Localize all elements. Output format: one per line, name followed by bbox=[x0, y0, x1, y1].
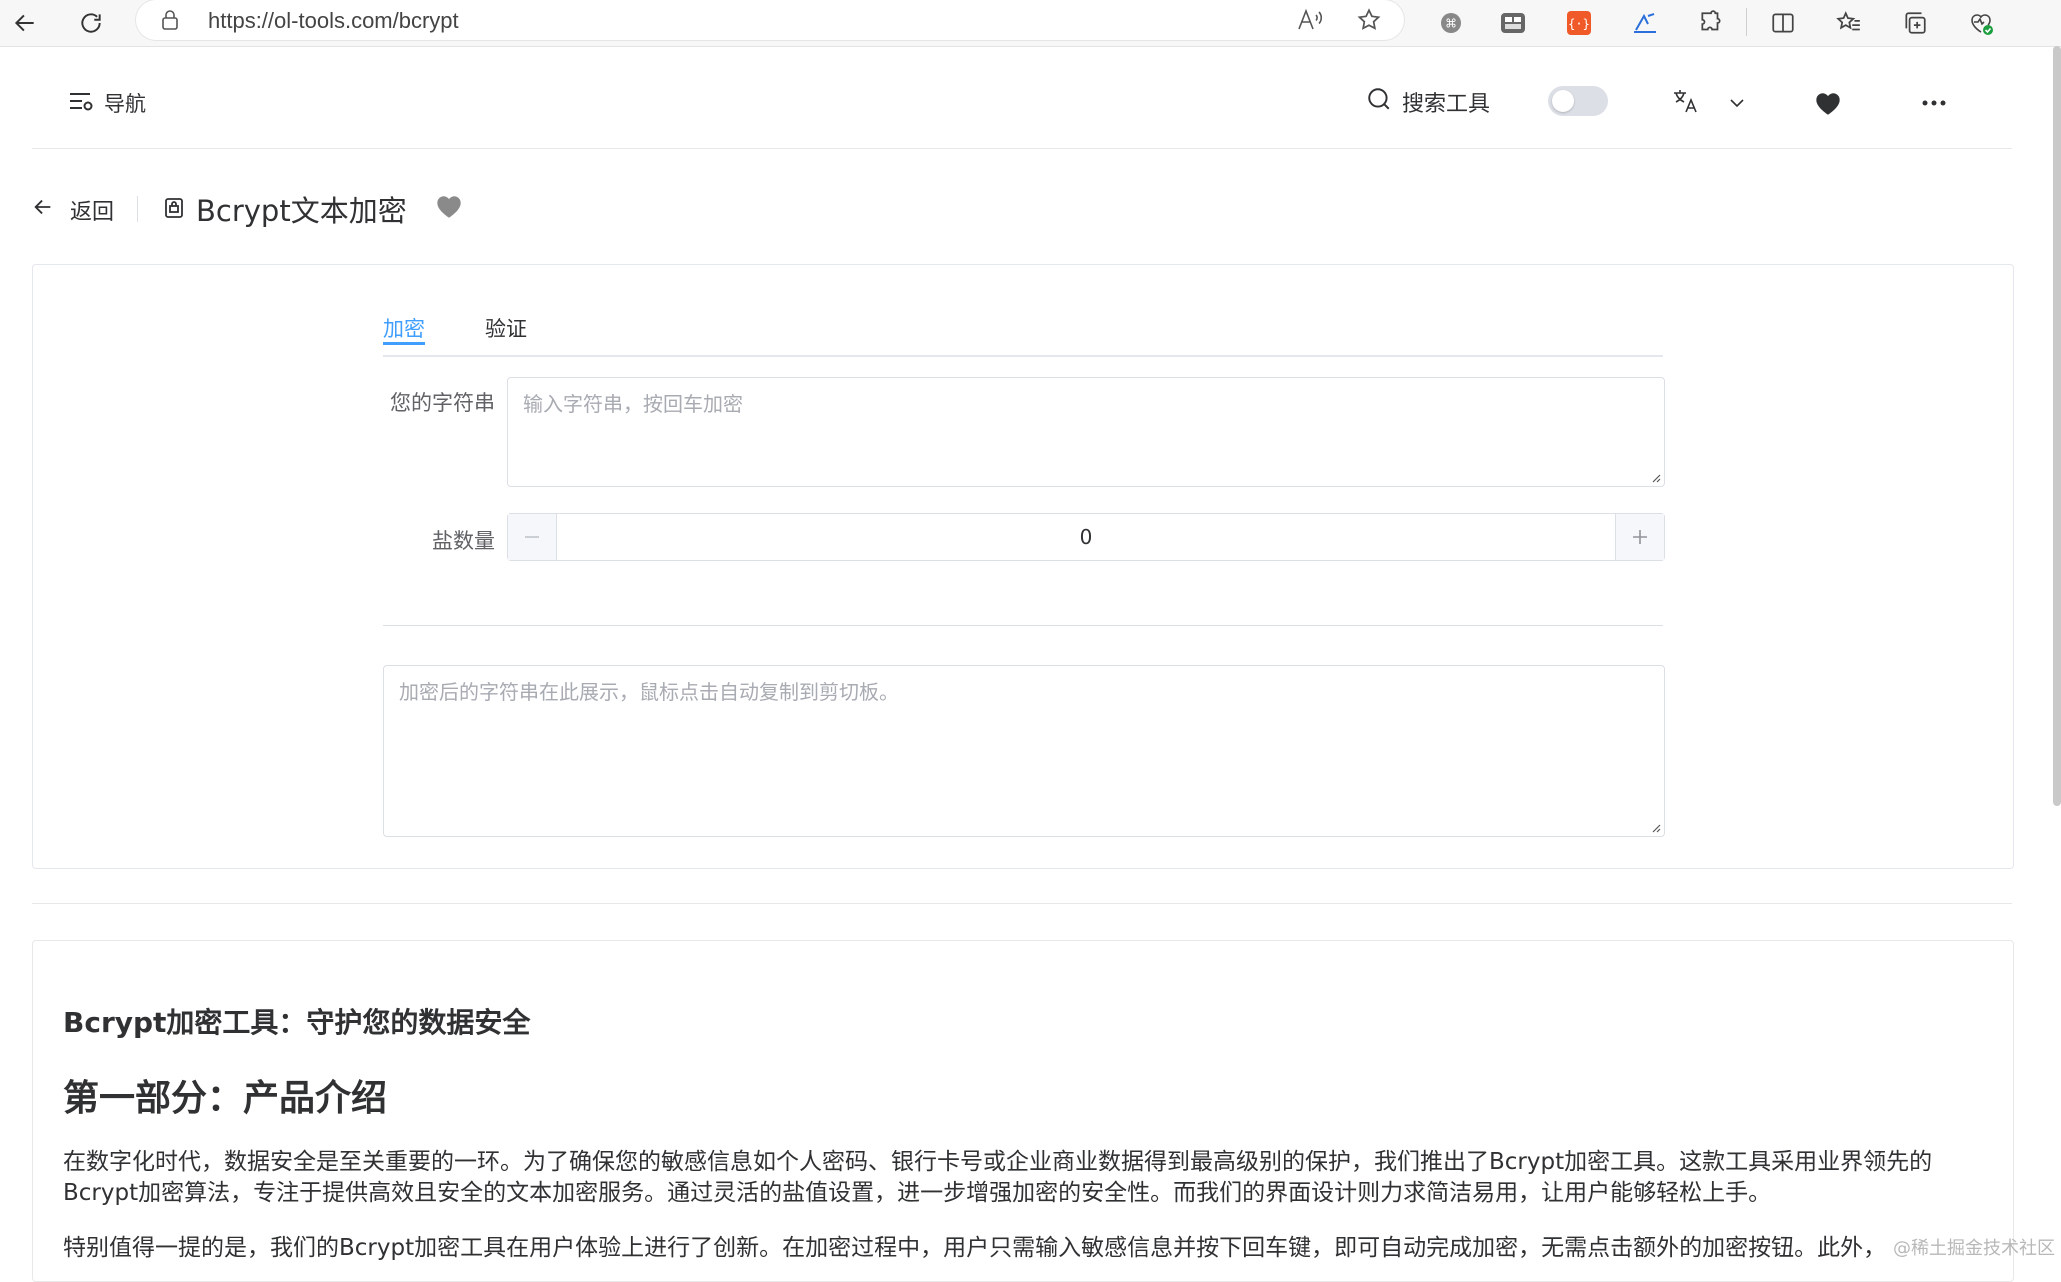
page-title: Bcrypt文本加密 bbox=[164, 188, 463, 230]
translate-icon bbox=[1672, 88, 1700, 118]
back-arrow-icon bbox=[32, 196, 54, 224]
more-options-icon[interactable] bbox=[1920, 90, 1948, 120]
language-selector[interactable] bbox=[1672, 88, 1746, 118]
tab-verify[interactable]: 验证 bbox=[485, 313, 527, 343]
input-label: 您的字符串 bbox=[390, 391, 495, 415]
salt-rounds-value[interactable]: 0 bbox=[556, 514, 1616, 560]
article-section: Bcrypt加密工具：守护您的数据安全 第一部分：产品介绍 在数字化时代，数据安… bbox=[32, 940, 2014, 1282]
lock-icon bbox=[160, 9, 180, 35]
hash-output[interactable]: 加密后的字符串在此展示，鼠标点击自动复制到剪切板。 bbox=[383, 665, 1665, 837]
salt-label: 盐数量 bbox=[432, 529, 495, 553]
url-text[interactable]: https://ol-tools.com/bcrypt bbox=[208, 8, 459, 34]
svg-text:{·}: {·} bbox=[1568, 17, 1590, 31]
minus-icon bbox=[525, 536, 539, 538]
tool-tabs: 加密 验证 bbox=[383, 305, 1663, 357]
salt-rounds-stepper[interactable]: 0 bbox=[507, 513, 1665, 561]
tool-icon bbox=[164, 192, 184, 226]
address-bar[interactable]: https://ol-tools.com/bcrypt bbox=[136, 0, 1404, 40]
decrement-button[interactable] bbox=[508, 514, 557, 560]
reload-icon[interactable] bbox=[72, 4, 110, 42]
plaintext-input-placeholder: 输入字符串，按回车加密 bbox=[523, 392, 743, 416]
toolbar-divider bbox=[1746, 8, 1747, 36]
command-extension-icon[interactable]: ⌘ bbox=[1434, 6, 1468, 40]
tool-title-text: Bcrypt文本加密 bbox=[196, 194, 407, 228]
resize-grip-icon[interactable] bbox=[1649, 821, 1661, 833]
section-title: 第一部分：产品介绍 bbox=[63, 1078, 388, 1119]
read-aloud-icon[interactable] bbox=[1296, 7, 1324, 37]
search-tools-button[interactable]: 搜索工具 bbox=[1366, 86, 1490, 118]
extensions-puzzle-icon[interactable] bbox=[1694, 6, 1728, 40]
back-button[interactable]: 返回 bbox=[32, 194, 114, 226]
active-tab-indicator bbox=[383, 342, 425, 345]
tab-grid-extension-icon[interactable] bbox=[1496, 6, 1530, 40]
tab-encrypt-label: 加密 bbox=[383, 317, 425, 341]
browser-essentials-icon[interactable] bbox=[1964, 6, 1998, 40]
page-scrollbar[interactable] bbox=[2053, 46, 2061, 806]
favorite-heart-icon[interactable] bbox=[435, 192, 463, 226]
site-header: 导航 搜索工具 bbox=[32, 46, 2012, 149]
page-head-divider bbox=[137, 196, 138, 222]
plus-icon bbox=[1633, 530, 1647, 544]
watermark: @稀土掘金技术社区 bbox=[1893, 1238, 2055, 1259]
collections-icon[interactable] bbox=[1898, 6, 1932, 40]
article-paragraph: 特别值得一提的是，我们的Bcrypt加密工具在用户体验上进行了创新。在加密过程中… bbox=[63, 1235, 1887, 1261]
section-divider bbox=[32, 903, 2012, 904]
tab-encrypt[interactable]: 加密 bbox=[383, 313, 425, 345]
article-paragraph: 在数字化时代，数据安全是至关重要的一环。为了确保您的敏感信息如个人密码、银行卡号… bbox=[63, 1149, 1933, 1206]
browser-toolbar: https://ol-tools.com/bcrypt ⌘ {·} bbox=[0, 0, 2061, 47]
toggle-knob bbox=[1552, 90, 1574, 112]
menu-icon bbox=[68, 90, 94, 117]
theme-toggle[interactable] bbox=[1548, 86, 1608, 116]
tab-verify-label: 验证 bbox=[485, 317, 527, 341]
favorites-heart-icon[interactable] bbox=[1814, 90, 1842, 120]
resize-grip-icon[interactable] bbox=[1649, 471, 1661, 483]
back-label: 返回 bbox=[70, 200, 115, 225]
form-divider bbox=[383, 625, 1663, 626]
chevron-down-icon bbox=[1728, 94, 1746, 113]
search-icon bbox=[1366, 86, 1392, 118]
json-extension-icon[interactable]: {·} bbox=[1562, 6, 1596, 40]
nav-menu-button[interactable]: 导航 bbox=[68, 88, 146, 118]
plaintext-input[interactable]: 输入字符串，按回车加密 bbox=[507, 377, 1665, 487]
tool-card: 加密 验证 您的字符串 输入字符串，按回车加密 盐数量 0 加密后的字符串在此展… bbox=[32, 264, 2014, 869]
search-label: 搜索工具 bbox=[1402, 92, 1491, 117]
svg-text:⌘: ⌘ bbox=[1445, 17, 1457, 31]
increment-button[interactable] bbox=[1615, 514, 1664, 560]
favorites-list-icon[interactable] bbox=[1832, 6, 1866, 40]
hash-output-placeholder: 加密后的字符串在此展示，鼠标点击自动复制到剪切板。 bbox=[399, 680, 899, 704]
article-heading: Bcrypt加密工具：守护您的数据安全 bbox=[63, 1006, 531, 1039]
back-arrow-icon[interactable] bbox=[6, 4, 44, 42]
split-screen-icon[interactable] bbox=[1766, 6, 1800, 40]
favorite-star-icon[interactable] bbox=[1356, 7, 1382, 37]
translate-extension-icon[interactable] bbox=[1628, 6, 1662, 40]
nav-label: 导航 bbox=[104, 92, 146, 116]
